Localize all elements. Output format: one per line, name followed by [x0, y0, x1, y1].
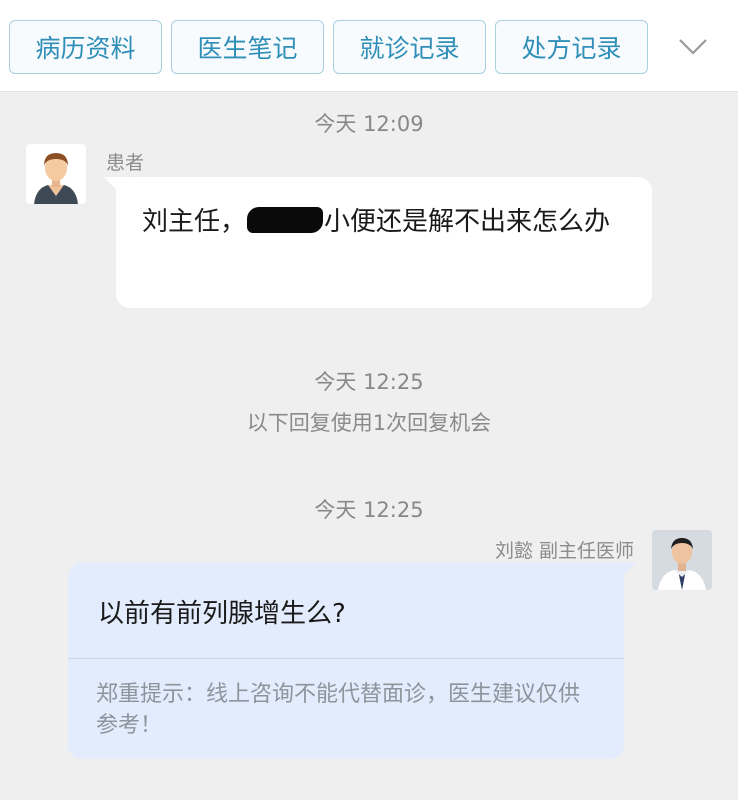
doctor-message-bubble[interactable]: 以前有前列腺增生么? 郑重提示：线上咨询不能代替面诊，医生建议仅供参考！	[68, 563, 624, 759]
message-timestamp: 今天 12:25	[314, 498, 424, 522]
tab-visit-records[interactable]: 就诊记录	[333, 20, 486, 74]
tab-medical-records[interactable]: 病历资料	[9, 20, 162, 74]
tab-prescription-records[interactable]: 处方记录	[495, 20, 648, 74]
top-tab-bar: 病历资料 医生笔记 就诊记录 处方记录	[0, 0, 738, 92]
message-timestamp: 今天 12:25	[314, 370, 424, 394]
chevron-down-icon[interactable]	[676, 32, 710, 60]
disclaimer-text: 郑重提示：线上咨询不能代替面诊，医生建议仅供参考！	[96, 682, 581, 738]
doctor-avatar-photo[interactable]	[652, 530, 712, 590]
doctor-name-label: 刘懿 副主任医师	[494, 540, 634, 562]
patient-avatar-icon[interactable]	[26, 144, 86, 204]
tab-doctor-notes[interactable]: 医生笔记	[171, 20, 324, 74]
doctor-message-text: 以前有前列腺增生么?	[98, 599, 346, 629]
patient-message-text-start: 刘主任，	[142, 207, 247, 237]
patient-message-text-end: 小便还是解不出来怎么办	[324, 207, 611, 237]
message-timestamp: 今天 12:09	[314, 112, 424, 136]
patient-name-label: 患者	[106, 152, 145, 174]
bubble-divider	[68, 658, 624, 659]
reply-usage-notice: 以下回复使用1次回复机会	[246, 411, 492, 435]
patient-message-bubble[interactable]: 刘主任， 小便还是解不出来怎么办	[116, 177, 652, 308]
redaction-mark	[247, 207, 324, 233]
